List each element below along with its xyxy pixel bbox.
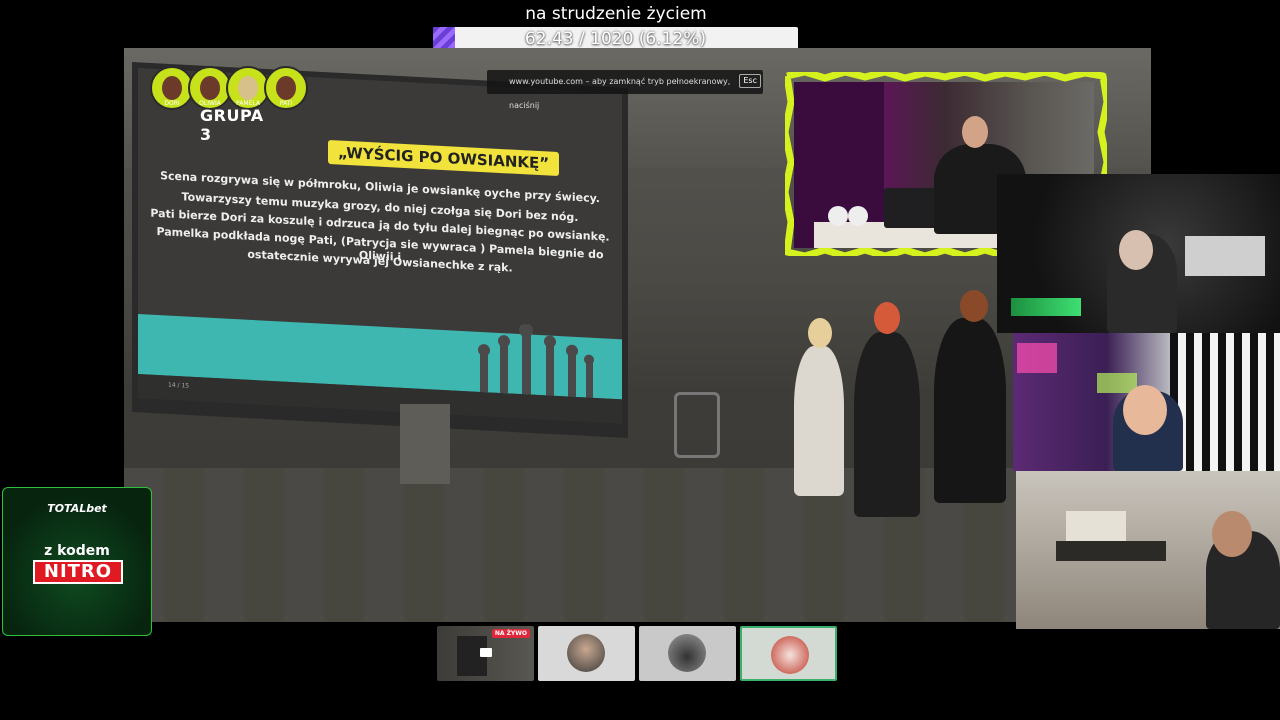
sponsor-brand: TOTALbet: [47, 502, 107, 515]
person-avatar-icon: [567, 634, 605, 672]
sponsor-panel[interactable]: TOTALbet z kodem NITRO: [2, 487, 152, 636]
streamer-head: [962, 116, 988, 148]
guest-cam-2: [1013, 333, 1280, 471]
esc-key: Esc: [739, 74, 761, 88]
group-label: GRUPA 3: [200, 106, 264, 144]
chat-icon: [480, 648, 492, 657]
car-avatar-icon: [668, 634, 706, 672]
thumbnail-person[interactable]: [538, 626, 635, 681]
guest-1-head: [1119, 230, 1153, 270]
product-jar: [848, 206, 868, 226]
neon-sign: [1017, 343, 1057, 373]
slide-page-indicator: 14 / 15: [168, 381, 190, 390]
sponsor-code-prefix: z kodem: [44, 543, 110, 559]
person-3: [934, 318, 1006, 503]
person-2-head: [874, 302, 900, 334]
guest-3-head: [1212, 511, 1252, 557]
person-1: [794, 346, 844, 496]
hands-icon: [478, 323, 594, 398]
thumbnail-scene[interactable]: NA ŻYWO: [437, 626, 534, 681]
wall-logo: [1066, 511, 1126, 541]
person-1-head: [808, 318, 832, 348]
slide-title: „WYŚCIG PO OWSIANKĘ”: [328, 139, 560, 177]
keyboard-rgb: [1011, 298, 1081, 316]
live-badge: NA ŻYWO: [491, 629, 530, 638]
person-2: [854, 332, 920, 517]
pink-avatar-icon: [771, 636, 809, 674]
product-jar: [828, 206, 848, 226]
person-3-head: [960, 290, 988, 322]
wall-pillar: [400, 404, 450, 484]
guest-cam-3: [1016, 471, 1280, 629]
chair: [674, 392, 720, 458]
goal-title: na strudzenie życiem: [525, 4, 707, 24]
member-avatar-pati: PATI: [264, 66, 308, 110]
fullscreen-notice: www.youtube.com – aby zamknąć tryb pełno…: [487, 70, 763, 110]
striped-wall: [1170, 333, 1280, 471]
fireplace: [1056, 541, 1166, 561]
guest-cam-1: [997, 174, 1280, 333]
thumbnail-car[interactable]: [639, 626, 736, 681]
sponsor-code: NITRO: [33, 560, 123, 584]
monitor: [1185, 236, 1265, 276]
thumbnail-pink[interactable]: [740, 626, 837, 681]
guest-2-head: [1123, 385, 1167, 435]
